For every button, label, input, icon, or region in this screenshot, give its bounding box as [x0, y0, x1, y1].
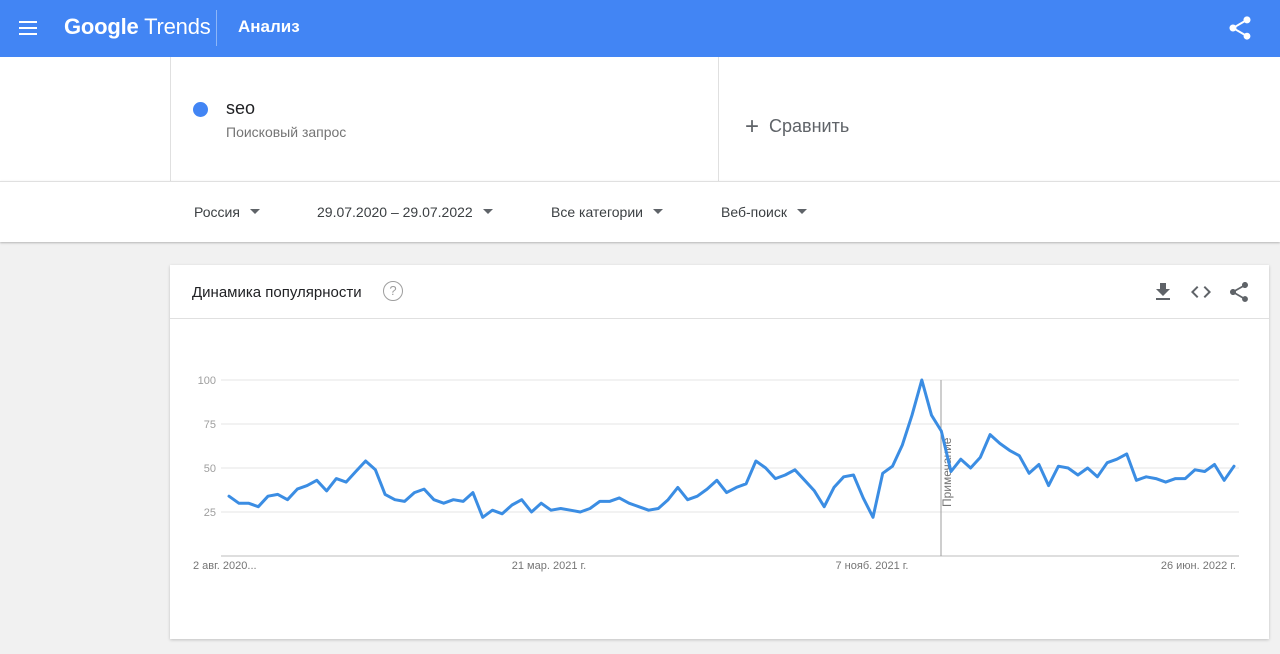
search-type-dropdown[interactable]: Веб-поиск: [721, 204, 807, 220]
interest-chart[interactable]: 100 75 50 25 2 авг. 2020... 21 мар. 2021 г. 7…: [170, 319, 1269, 639]
filters-bar: Россия 29.07.2020 – 29.07.2022 Все катег…: [0, 181, 1280, 242]
dropdown-caret-icon: [249, 208, 260, 214]
term-name: seo: [226, 98, 256, 118]
help-icon[interactable]: ?: [383, 281, 403, 301]
x-tick-label: 7 нояб. 2021 г.: [836, 560, 909, 572]
app-bar: Google Trends Анализ: [0, 0, 1280, 57]
period-dropdown[interactable]: 29.07.2020 – 29.07.2022: [317, 204, 493, 220]
interest-over-time-card: Динамика популярности ? 100 75 50 25 2 авг.…: [170, 265, 1269, 639]
x-tick-label: 2 авг. 2020...: [193, 560, 257, 572]
region-dropdown[interactable]: Россия: [194, 204, 260, 220]
page-title: Анализ: [238, 17, 300, 36]
x-tick-label: 26 июн. 2022 г.: [1161, 560, 1236, 572]
compare-label: Сравнить: [769, 116, 850, 136]
y-tick-label: 75: [204, 419, 216, 431]
search-terms-panel: seo Поисковый запрос + Сравнить: [0, 57, 1280, 181]
y-tick-label: 25: [204, 507, 216, 519]
x-axis-ticks: 2 авг. 2020... 21 мар. 2021 г. 7 нояб. 202…: [193, 560, 1236, 572]
category-value: Все категории: [551, 204, 643, 220]
y-tick-label: 100: [198, 375, 216, 387]
plus-icon: +: [745, 113, 760, 140]
hamburger-menu-icon[interactable]: [12, 12, 44, 44]
period-value: 29.07.2020 – 29.07.2022: [317, 204, 473, 220]
card-title: Динамика популярности: [192, 284, 362, 301]
x-tick-label: 21 мар. 2021 г.: [512, 560, 586, 572]
category-dropdown[interactable]: Все категории: [551, 204, 663, 220]
region-value: Россия: [194, 204, 240, 220]
search-type-value: Веб-поиск: [721, 204, 787, 220]
download-icon[interactable]: [1151, 280, 1175, 304]
search-term-card[interactable]: seo Поисковый запрос: [170, 57, 719, 181]
share-icon[interactable]: [1227, 280, 1251, 304]
dropdown-caret-icon: [796, 208, 807, 214]
logo-trends-text: Trends: [144, 14, 211, 39]
app-bar-divider: [216, 10, 217, 46]
logo-google-text: Google: [64, 14, 139, 39]
series-line-seo: [227, 378, 1236, 519]
compare-button[interactable]: + Сравнить: [745, 111, 850, 140]
embed-code-icon[interactable]: [1189, 280, 1213, 304]
term-color-dot: [193, 102, 208, 117]
dropdown-caret-icon: [652, 208, 663, 214]
y-tick-label: 50: [204, 463, 216, 475]
y-axis-ticks: 100 75 50 25: [198, 375, 216, 519]
term-type: Поисковый запрос: [226, 124, 347, 140]
google-trends-logo[interactable]: Google Trends: [64, 14, 211, 40]
share-icon[interactable]: [1226, 14, 1254, 42]
card-header: Динамика популярности ?: [170, 265, 1269, 319]
dropdown-caret-icon: [482, 208, 493, 214]
